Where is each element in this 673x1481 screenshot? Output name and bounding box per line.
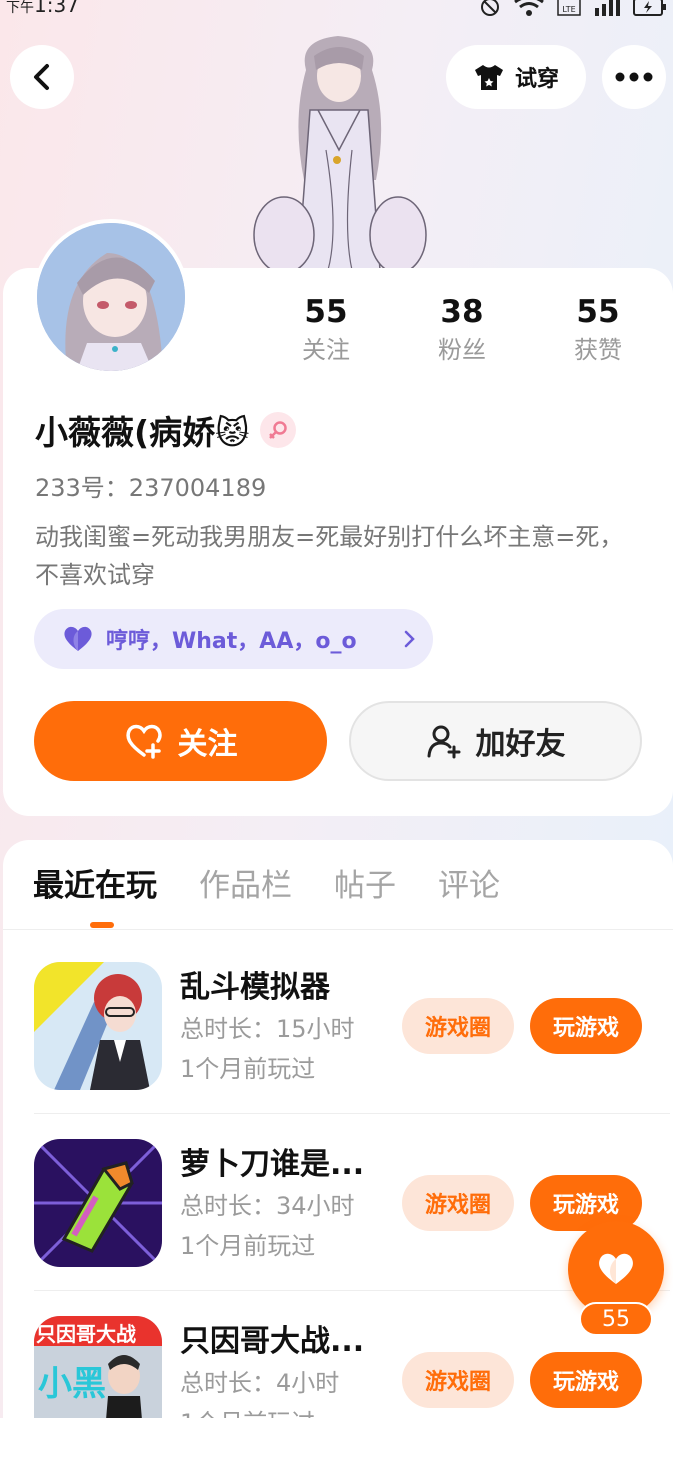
game-duration: 总时长：4小时: [180, 1369, 340, 1397]
profile-tabs: 最近在玩 作品栏 帖子 评论: [33, 864, 500, 908]
game-icon-title: 只因哥大战: [36, 1322, 136, 1346]
lte-icon: LTE: [557, 0, 581, 16]
stat-followers[interactable]: 38 粉丝: [394, 290, 530, 366]
stat-value: 38: [440, 294, 484, 330]
back-button[interactable]: [10, 45, 74, 109]
tabs-divider: [3, 929, 673, 930]
heart-plus-icon: [125, 724, 162, 759]
follow-button[interactable]: 关注: [34, 701, 327, 781]
follow-label: 关注: [177, 727, 238, 762]
game-circle-button[interactable]: 游戏圈: [402, 1175, 514, 1231]
stat-label: 粉丝: [438, 336, 486, 364]
status-time: 下午1:37: [6, 0, 79, 17]
avatar[interactable]: [33, 219, 189, 375]
stat-following[interactable]: 55 关注: [258, 290, 394, 366]
more-dots-icon: [615, 72, 653, 82]
profile-stats: 55 关注 38 粉丝 55 获赞: [258, 290, 668, 366]
game-circle-button[interactable]: 游戏圈: [402, 998, 514, 1054]
signal-icon: [595, 0, 620, 16]
bottom-fade: [0, 1418, 673, 1481]
chevron-right-icon: [404, 630, 415, 648]
tags-pill[interactable]: 哼哼，What，AA，o_o: [34, 609, 433, 669]
like-count: 55: [579, 1302, 653, 1336]
stat-likes[interactable]: 55 获赞: [530, 290, 666, 366]
try-on-label: 试穿: [514, 67, 559, 92]
tab-recently-played[interactable]: 最近在玩: [33, 864, 157, 908]
stat-value: 55: [304, 294, 348, 330]
stat-value: 55: [576, 294, 620, 330]
game-name: 只因哥大战...: [180, 1324, 365, 1359]
game-duration: 总时长：15小时: [180, 1015, 355, 1043]
play-game-button[interactable]: 玩游戏: [530, 998, 642, 1054]
wifi-icon: [514, 0, 544, 16]
add-friend-label: 加好友: [475, 727, 566, 762]
heart-icon: [599, 1253, 633, 1284]
battery-icon: [633, 0, 666, 16]
tags-text: 哼哼，What，AA，o_o: [106, 629, 357, 654]
game-icon-subtitle: 小黑: [38, 1364, 106, 1404]
female-gender-icon: [259, 412, 296, 448]
game-circle-button[interactable]: 游戏圈: [402, 1352, 514, 1408]
try-on-button[interactable]: 试穿: [446, 45, 586, 109]
game-row[interactable]: 乱斗模拟器 总时长：15小时 1个月前玩过 游戏圈 玩游戏: [34, 962, 670, 1112]
avatar-3d-figure: [253, 36, 427, 270]
heart-tag-icon: [64, 626, 92, 651]
username: 小薇薇(病娇😾: [35, 413, 250, 452]
game-icon-radish-knife[interactable]: [34, 1139, 162, 1267]
tshirt-icon: [474, 65, 503, 90]
chevron-left-icon: [34, 64, 49, 90]
stat-label: 获赞: [574, 336, 622, 364]
active-tab-indicator: [90, 922, 114, 928]
game-duration: 总时长：34小时: [180, 1192, 355, 1220]
tab-posts[interactable]: 帖子: [334, 864, 396, 908]
row-divider: [34, 1113, 670, 1114]
tab-works[interactable]: 作品栏: [199, 864, 292, 908]
cat-emoji-icon: 😾: [215, 413, 250, 452]
stat-label: 关注: [302, 336, 350, 364]
tab-comments[interactable]: 评论: [438, 864, 500, 908]
game-last-played: 1个月前玩过: [180, 1232, 316, 1260]
more-button[interactable]: [602, 45, 666, 109]
game-icon-brawl-simulator[interactable]: [34, 962, 162, 1090]
add-user-icon: [427, 725, 460, 759]
user-bio: 动我闺蜜=死动我男朋友=死最好别打什么坏主意=死，不喜欢试穿: [35, 523, 624, 589]
game-last-played: 1个月前玩过: [180, 1055, 316, 1083]
add-friend-button[interactable]: 加好友: [349, 701, 642, 781]
game-name: 乱斗模拟器: [180, 970, 330, 1005]
user-id: 233号：237004189: [35, 474, 267, 502]
play-game-button[interactable]: 玩游戏: [530, 1352, 642, 1408]
do-not-disturb-icon: [481, 0, 499, 16]
status-bar: 下午1:37 LTE: [0, 0, 673, 22]
game-name: 萝卜刀谁是...: [180, 1147, 365, 1182]
username-row: 小薇薇(病娇😾: [35, 406, 296, 454]
svg-text:LTE: LTE: [562, 5, 575, 14]
